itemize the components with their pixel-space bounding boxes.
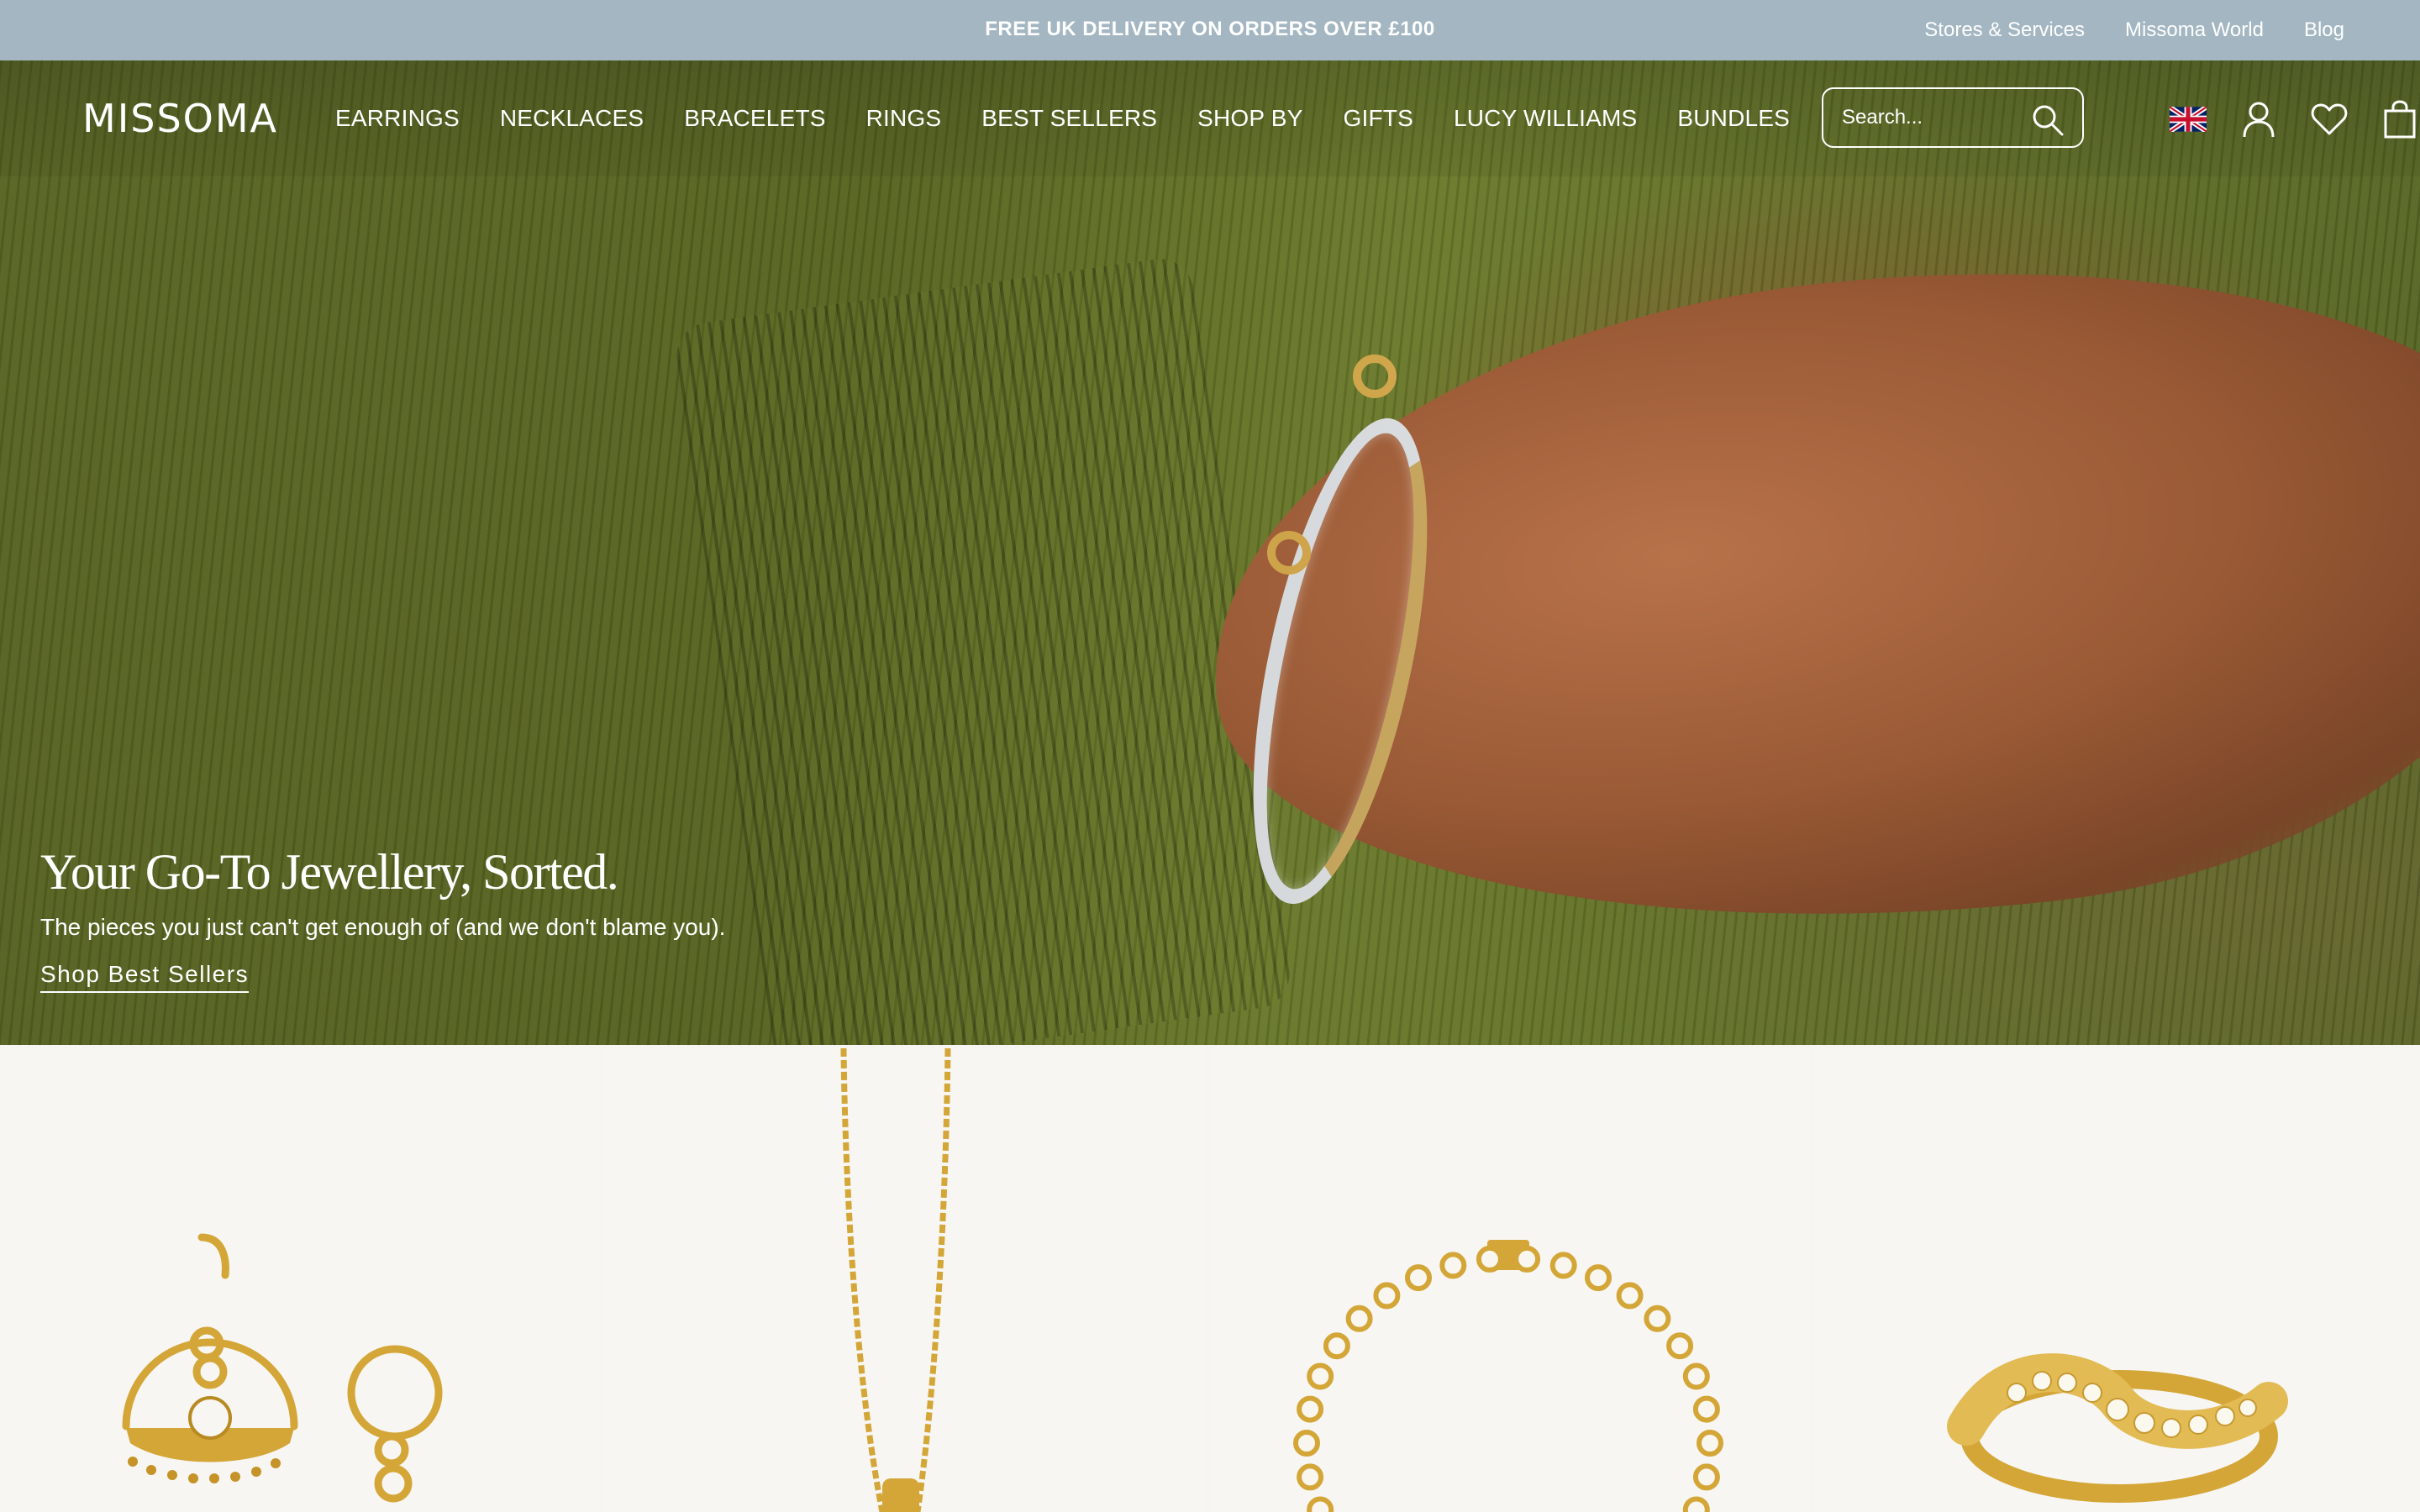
- product-tile-necklace[interactable]: [605, 1048, 1205, 1512]
- menu-item-bracelets[interactable]: BRACELETS: [684, 105, 825, 132]
- bracelet-stone: [1513, 1245, 1541, 1273]
- bracelet-stone: [1616, 1282, 1644, 1310]
- missoma-logo[interactable]: MISSOMA: [82, 96, 278, 141]
- search-icon[interactable]: [2032, 104, 2064, 136]
- bracelet-stone: [1307, 1496, 1334, 1512]
- menu-item-earrings[interactable]: EARRINGS: [335, 105, 460, 132]
- necklace-image: [840, 1048, 951, 1512]
- shopping-bag-icon[interactable]: [2381, 99, 2418, 139]
- wishlist-heart-icon[interactable]: [2311, 99, 2348, 139]
- main-menu: EARRINGS NECKLACES BRACELETS RINGS BEST …: [335, 60, 1790, 176]
- search-box[interactable]: [1822, 87, 2084, 148]
- product-tiles: [0, 1048, 2420, 1512]
- bracelet-stone: [1697, 1430, 1723, 1457]
- product-tile-ring[interactable]: [1815, 1048, 2420, 1512]
- menu-item-lucy-williams[interactable]: LUCY WILLIAMS: [1454, 105, 1637, 132]
- shop-best-sellers-link[interactable]: Shop Best Sellers: [40, 961, 250, 993]
- earrings-image: [122, 1233, 443, 1503]
- bracelet-stone: [1692, 1463, 1720, 1491]
- bracelet-stone: [1345, 1305, 1373, 1332]
- main-header: MISSOMA EARRINGS NECKLACES BRACELETS RIN…: [0, 60, 2420, 176]
- bracelet-stone: [1666, 1332, 1694, 1360]
- menu-item-rings[interactable]: RINGS: [866, 105, 942, 132]
- bracelet-stone: [1297, 1395, 1324, 1423]
- bracelet-stone: [1405, 1264, 1432, 1292]
- bracelet-stone: [1439, 1252, 1467, 1279]
- stores-services-link[interactable]: Stores & Services: [1924, 18, 2085, 42]
- product-tile-tennis-bracelet[interactable]: [1210, 1048, 1810, 1512]
- missoma-world-link[interactable]: Missoma World: [2125, 18, 2264, 42]
- bracelet-stone: [1692, 1395, 1720, 1423]
- menu-item-necklaces[interactable]: NECKLACES: [500, 105, 644, 132]
- menu-item-best-sellers[interactable]: BEST SELLERS: [981, 105, 1157, 132]
- hero-copy: Your Go-To Jewellery, Sorted. The pieces…: [40, 832, 725, 993]
- bracelet-stone: [1549, 1252, 1577, 1279]
- header-icons: [2170, 97, 2418, 141]
- bracelet-stone: [1476, 1245, 1503, 1273]
- bracelet-stone: [1373, 1282, 1401, 1310]
- product-tile-earrings[interactable]: [0, 1048, 600, 1512]
- ring-image: [1947, 1353, 2288, 1503]
- tennis-bracelet-image: [1293, 1240, 1723, 1512]
- menu-item-shop-by[interactable]: SHOP BY: [1197, 105, 1302, 132]
- bracelet-stone: [1644, 1305, 1671, 1332]
- announcement-bar: FREE UK DELIVERY ON ORDERS OVER £100 Sto…: [0, 0, 2420, 60]
- hero-title: Your Go-To Jewellery, Sorted.: [40, 844, 619, 900]
- bracelet-stone: [1682, 1496, 1710, 1512]
- menu-item-bundles[interactable]: BUNDLES: [1677, 105, 1790, 132]
- bracelet-stone: [1323, 1332, 1350, 1360]
- bracelet-stone: [1307, 1362, 1334, 1390]
- bracelet-stone: [1585, 1264, 1612, 1292]
- account-icon[interactable]: [2240, 99, 2277, 139]
- hero-subtitle: The pieces you just can't get enough of …: [40, 914, 726, 940]
- utility-links: Stores & Services Missoma World Blog: [1924, 0, 2344, 60]
- uk-flag-icon[interactable]: [2170, 99, 2207, 139]
- bracelet-stone: [1682, 1362, 1710, 1390]
- menu-item-gifts[interactable]: GIFTS: [1344, 105, 1413, 132]
- bracelet-stone: [1297, 1463, 1324, 1491]
- search-input[interactable]: [1842, 106, 2027, 129]
- blog-link[interactable]: Blog: [2304, 18, 2344, 42]
- bracelet-stone: [1293, 1430, 1320, 1457]
